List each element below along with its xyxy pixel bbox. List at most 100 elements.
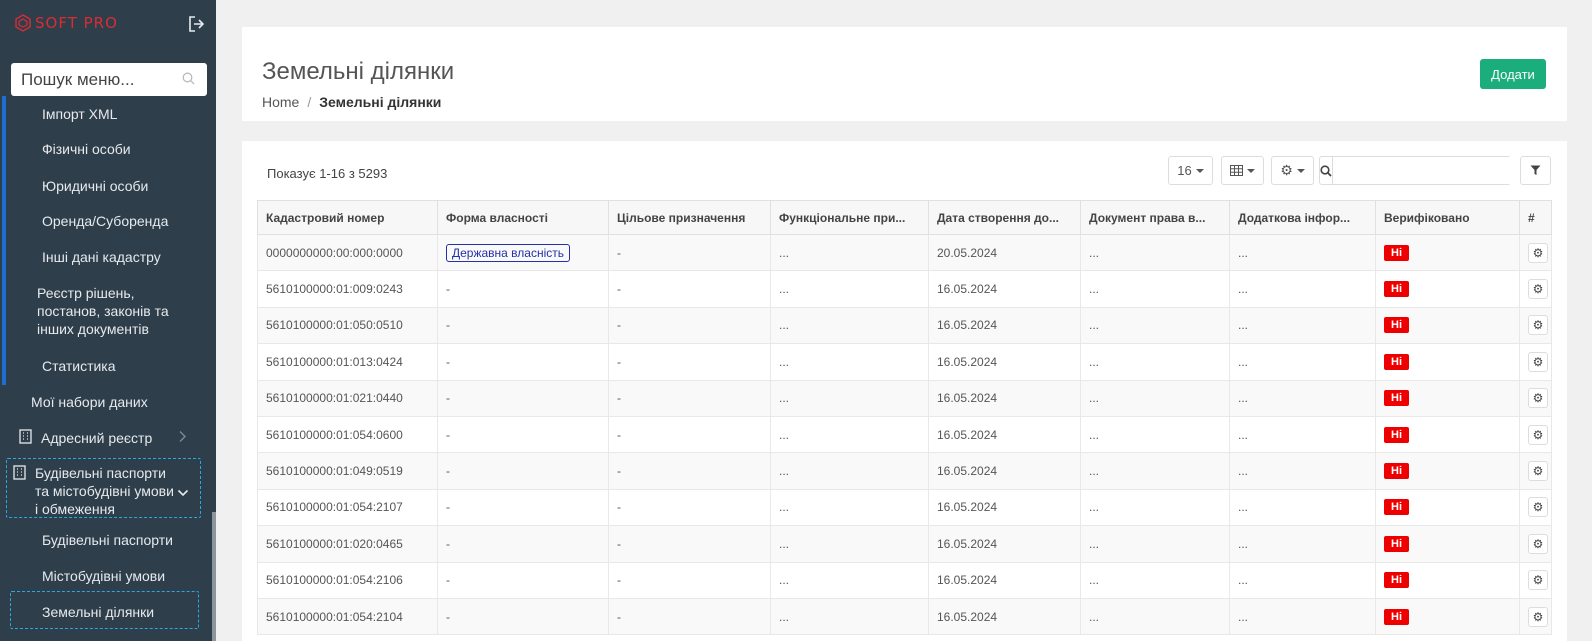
actions-cell: ⚙ [1519, 415, 1552, 454]
search-icon[interactable] [182, 72, 195, 90]
sidebar-item-legal-entities[interactable]: Юридичні особи [42, 177, 148, 195]
table-row[interactable]: 5610100000:01:013:0424- -... 16.05.2024...… [257, 343, 1552, 381]
breadcrumb-separator: / [307, 94, 312, 110]
ownership-value: - [446, 609, 450, 624]
table-search-input[interactable] [1333, 157, 1521, 184]
created-date-cell: 16.05.2024 [928, 525, 1081, 563]
table-row[interactable]: 5610100000:01:049:0519- -... 16.05.2024...… [257, 452, 1552, 490]
sidebar-item-address-registry[interactable]: Адресний реєстр [41, 429, 152, 447]
sidebar-item-other-cadastre[interactable]: Інші дані кадастру [42, 248, 161, 266]
verified-cell: Ні [1375, 561, 1520, 599]
row-settings-button[interactable]: ⚙ [1528, 388, 1548, 409]
table-row[interactable]: 5610100000:01:050:0510- -... 16.05.2024...… [257, 306, 1552, 345]
cadastral-number-cell: 5610100000:01:049:0519 [257, 452, 438, 490]
table-row[interactable]: 5610100000:01:009:0243- -... 16.05.2024...… [257, 270, 1552, 308]
extra-info-cell: ... [1229, 597, 1376, 636]
ownership-value: - [446, 536, 450, 551]
row-settings-button[interactable]: ⚙ [1528, 242, 1548, 263]
add-button[interactable]: Додати [1480, 59, 1546, 89]
table-row[interactable]: 5610100000:01:020:0465- -... 16.05.2024...… [257, 525, 1552, 563]
created-date-cell: 16.05.2024 [928, 306, 1081, 345]
breadcrumb-home[interactable]: Home [262, 94, 299, 110]
column-header[interactable]: Дата створення до... [928, 200, 1081, 235]
table-row[interactable]: 5610100000:01:054:2106- -... 16.05.2024...… [257, 561, 1552, 599]
extra-info-cell: ... [1229, 525, 1376, 563]
actions-cell: ⚙ [1519, 379, 1552, 417]
settings-dropdown-button[interactable]: ⚙ [1271, 156, 1314, 185]
purpose-cell: - [608, 270, 771, 308]
chevron-right-icon[interactable] [178, 430, 187, 448]
ownership-value: - [446, 391, 450, 406]
sidebar-scrollbar[interactable] [212, 512, 216, 641]
ownership-cell: - [437, 561, 609, 599]
column-header[interactable]: Додаткова інфор... [1229, 200, 1376, 235]
table-row[interactable]: 5610100000:01:054:0600- -... 16.05.2024...… [257, 415, 1552, 454]
sidebar-item-my-datasets[interactable]: Мої набори даних [31, 393, 148, 411]
sidebar-item-individuals[interactable]: Фізичні особи [42, 140, 131, 158]
verified-badge: Ні [1384, 281, 1409, 298]
column-header[interactable]: Цільове призначення [608, 200, 771, 235]
logo-text: SOFT PRO [35, 14, 118, 32]
sidebar-item-land-plots[interactable]: Земельні ділянки [42, 603, 154, 621]
column-header[interactable]: Кадастровий номер [257, 200, 438, 235]
chevron-down-icon[interactable] [177, 484, 189, 502]
sidebar-item-urban-conditions[interactable]: Містобудівні умови [42, 567, 165, 585]
created-date-cell: 16.05.2024 [928, 452, 1081, 490]
row-settings-button[interactable]: ⚙ [1528, 315, 1548, 336]
document-cell: ... [1080, 306, 1230, 345]
created-date-cell: 16.05.2024 [928, 379, 1081, 417]
function-cell: ... [770, 233, 929, 272]
logout-icon[interactable] [186, 14, 206, 34]
sidebar-item-building-passports-group[interactable]: Будівельні паспорти та містобудівні умов… [35, 464, 180, 518]
sidebar-item-lease[interactable]: Оренда/Суборенда [42, 212, 168, 230]
sidebar-item-decisions-registry[interactable]: Реєстр рішень, постанов, законів та інши… [37, 284, 197, 338]
function-cell: ... [770, 597, 929, 636]
cadastral-number-cell: 5610100000:01:050:0510 [257, 306, 438, 345]
filter-button[interactable] [1520, 156, 1551, 185]
page-size-dropdown[interactable]: 16 [1168, 156, 1213, 185]
sidebar-item-import-xml[interactable]: Імпорт XML [42, 105, 117, 123]
menu-search-input[interactable] [21, 69, 171, 90]
purpose-cell: - [608, 233, 771, 272]
row-settings-button[interactable]: ⚙ [1528, 533, 1548, 554]
gear-icon: ⚙ [1532, 391, 1544, 406]
ownership-cell: - [437, 488, 609, 527]
verified-badge: Ні [1384, 317, 1409, 334]
extra-info-cell: ... [1229, 488, 1376, 527]
document-cell: ... [1080, 270, 1230, 308]
column-header[interactable]: Документ права в... [1080, 200, 1230, 235]
menu-group-indicator [2, 96, 6, 385]
verified-badge: Ні [1384, 463, 1409, 480]
columns-toggle-button[interactable] [1221, 156, 1264, 185]
function-cell: ... [770, 488, 929, 527]
row-settings-button[interactable]: ⚙ [1528, 570, 1548, 591]
sidebar-item-statistics[interactable]: Статистика [42, 357, 116, 375]
column-header[interactable]: Форма власності [437, 200, 609, 235]
row-settings-button[interactable]: ⚙ [1528, 279, 1548, 300]
function-cell: ... [770, 452, 929, 490]
row-settings-button[interactable]: ⚙ [1528, 461, 1548, 482]
table-row[interactable]: 5610100000:01:054:2107- -... 16.05.2024...… [257, 488, 1552, 527]
cadastral-number-cell: 5610100000:01:021:0440 [257, 379, 438, 417]
table-row[interactable]: 5610100000:01:021:0440- -... 16.05.2024...… [257, 379, 1552, 417]
building-icon [13, 465, 26, 485]
row-settings-button[interactable]: ⚙ [1528, 606, 1548, 627]
verified-cell: Ні [1375, 233, 1520, 272]
table-row[interactable]: 0000000000:00:000:0000 Державна власність… [257, 233, 1552, 272]
column-header[interactable]: Верифіковано [1375, 200, 1520, 235]
caret-down-icon [1195, 168, 1204, 173]
row-settings-button[interactable]: ⚙ [1528, 351, 1548, 372]
sidebar-item-building-passports[interactable]: Будівельні паспорти [42, 531, 173, 549]
cadastral-number-cell: 5610100000:01:054:2107 [257, 488, 438, 527]
row-settings-button[interactable]: ⚙ [1528, 497, 1548, 518]
verified-cell: Ні [1375, 415, 1520, 454]
search-icon[interactable] [1320, 157, 1333, 184]
extra-info-cell: ... [1229, 379, 1376, 417]
row-settings-button[interactable]: ⚙ [1528, 424, 1548, 445]
column-header[interactable]: Функціональне при... [770, 200, 929, 235]
purpose-cell: - [608, 415, 771, 454]
breadcrumb: Home / Земельні ділянки [262, 94, 441, 110]
app-logo[interactable]: SOFT PRO [14, 14, 118, 32]
caret-down-icon [1247, 168, 1255, 173]
table-row[interactable]: 5610100000:01:054:2104- -... 16.05.2024...… [257, 597, 1552, 636]
